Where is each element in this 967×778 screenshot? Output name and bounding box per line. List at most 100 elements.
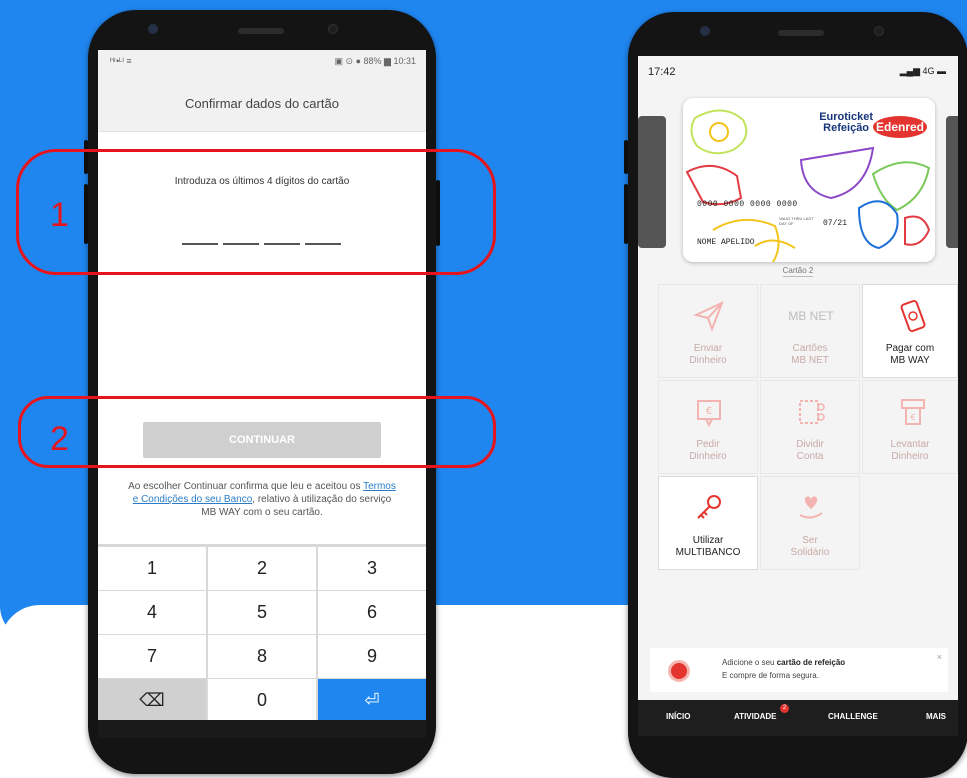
tile-label-l1: Pagar com: [885, 343, 935, 354]
key-5[interactable]: 5: [208, 591, 316, 634]
tile-use-multibanco[interactable]: Utilizar MULTIBANCO: [658, 476, 758, 570]
screen-wallet-home: 17:42 ▂▄▆ 4G ▬ Euroticket Refeição Edenr…: [638, 56, 958, 736]
nav-challenge[interactable]: CHALLENGE: [828, 712, 878, 721]
nav-inicio[interactable]: INÍCIO: [666, 712, 690, 721]
tile-label: Ser Solidário: [761, 535, 859, 559]
tile-label-l1: Dividir: [796, 439, 824, 450]
svg-text:€: €: [910, 413, 915, 422]
tile-label-l2: MB WAY: [890, 355, 930, 366]
card-holder-name: NOME APELIDO: [697, 238, 755, 247]
speaker-grill: [778, 30, 824, 36]
tile-label-l1: Ser: [802, 535, 818, 546]
tile-label-l1: Utilizar: [692, 535, 724, 546]
tile-label-l2: Dinheiro: [689, 451, 727, 462]
key-icon: [697, 495, 721, 519]
close-icon[interactable]: ×: [937, 652, 942, 662]
speaker-grill: [238, 28, 284, 34]
phone-pay-icon: [900, 299, 926, 333]
tile-label-l2: Conta: [796, 451, 824, 462]
key-4[interactable]: 4: [98, 591, 206, 634]
tile-label: Utilizar MULTIBANCO: [659, 535, 757, 559]
plate-icon: [668, 660, 690, 682]
signal-battery-icon: ▂▄▆ 4G ▬: [899, 66, 946, 76]
banner-prefix: Adicione o seu: [722, 658, 777, 667]
tile-label-l1: Enviar: [693, 343, 723, 354]
camera-icon: [700, 26, 710, 36]
tile-label: Levantar Dinheiro: [863, 439, 957, 463]
status-right: ▣ ⊙ ● 88% ▆ 10:31: [334, 56, 416, 66]
sensor-icon: [874, 26, 884, 36]
add-meal-card-banner[interactable]: Adicione o seu cartão de refeição E comp…: [650, 648, 948, 692]
banner-line2: E compre de forma segura.: [722, 671, 819, 680]
key-2[interactable]: 2: [208, 547, 316, 590]
annotation-number-2: 2: [50, 420, 69, 458]
tile-label-l2: Dinheiro: [891, 451, 929, 462]
tile-label: Pedir Dinheiro: [659, 439, 757, 463]
mbnet-icon: MB NET: [788, 309, 834, 323]
key-6[interactable]: 6: [318, 591, 426, 634]
card-expiry: 07/21: [823, 219, 848, 228]
request-euro-icon: €: [697, 400, 721, 428]
key-7[interactable]: 7: [98, 635, 206, 678]
terms-prefix: Ao escolher Continuar confirma que leu e…: [128, 481, 364, 492]
key-0[interactable]: 0: [208, 679, 316, 722]
card-number: 0000 0000 0000 0000: [697, 200, 798, 209]
tile-label-l2: MB NET: [791, 355, 829, 366]
tile-be-solidary[interactable]: Ser Solidário: [760, 476, 860, 570]
split-bill-icon: [799, 400, 825, 424]
key-9[interactable]: 9: [318, 635, 426, 678]
tile-pay-mbway[interactable]: Pagar com MB WAY: [862, 284, 958, 378]
numeric-keypad: 1 2 3 4 5 6 7 8 9 ⌫ 0 ⏎: [98, 544, 426, 722]
key-3[interactable]: 3: [318, 547, 426, 590]
card-caption-text: Cartão 2: [782, 266, 814, 277]
nav-atividade[interactable]: ATIVIDADE: [734, 712, 777, 721]
system-nav-bar: [98, 720, 426, 738]
next-card-peek[interactable]: [946, 116, 958, 248]
status-bar: 17:42 ▂▄▆ 4G ▬: [638, 56, 958, 86]
tile-label: Dividir Conta: [761, 439, 859, 463]
tile-split-bill[interactable]: Dividir Conta: [760, 380, 860, 474]
previous-card-peek[interactable]: [638, 116, 666, 248]
bottom-navigation: INÍCIO ATIVIDADE 2 CHALLENGE MAIS: [638, 700, 958, 736]
tile-withdraw-money[interactable]: € Levantar Dinheiro: [862, 380, 958, 474]
tile-request-money[interactable]: € Pedir Dinheiro: [658, 380, 758, 474]
card-brand-line2: Refeição: [823, 122, 870, 134]
svg-text:€: €: [706, 406, 712, 417]
card-caption: Cartão 2: [638, 266, 958, 277]
status-bar: ᴴʳ•ᴸᴵ ≡ ▣ ⊙ ● 88% ▆ 10:31: [98, 50, 426, 72]
paper-plane-icon: [693, 301, 724, 332]
screen-header: Confirmar dados do cartão: [98, 72, 426, 132]
status-left: ᴴʳ•ᴸᴵ ≡: [110, 56, 132, 66]
tile-label-l2: MULTIBANCO: [675, 547, 741, 558]
heart-hand-icon: [799, 496, 823, 519]
phone-side-button: [624, 140, 628, 174]
backspace-icon[interactable]: ⌫: [98, 679, 206, 722]
sensor-icon: [328, 24, 338, 34]
annotation-number-1: 1: [50, 196, 69, 234]
card-brand: Euroticket Refeição: [819, 112, 873, 134]
tile-label-l1: Cartões: [792, 343, 828, 354]
nav-mais[interactable]: MAIS: [926, 712, 946, 721]
tile-label-l2: Dinheiro: [689, 355, 727, 366]
tile-label: Enviar Dinheiro: [659, 343, 757, 367]
tile-label-l1: Levantar: [890, 439, 930, 450]
tile-label: Cartões MB NET: [761, 343, 859, 367]
key-8[interactable]: 8: [208, 635, 316, 678]
meal-card[interactable]: Euroticket Refeição Edenred 0000 0000 00…: [683, 98, 935, 262]
notification-badge: 2: [780, 704, 789, 713]
tile-label: Pagar com MB WAY: [863, 343, 957, 367]
tile-mbnet-cards[interactable]: MB NET Cartões MB NET: [760, 284, 860, 378]
atm-icon: €: [901, 399, 925, 425]
terms-text: Ao escolher Continuar confirma que leu e…: [128, 480, 396, 519]
banner-bold: cartão de refeição: [776, 658, 846, 667]
key-1[interactable]: 1: [98, 547, 206, 590]
phone-side-button: [624, 184, 628, 244]
enter-icon[interactable]: ⏎: [318, 679, 426, 722]
banner-line1: Adicione o seu cartão de refeição: [722, 658, 845, 667]
annotation-frame-2: [18, 396, 496, 468]
page-title: Confirmar dados do cartão: [185, 96, 339, 111]
tile-send-money[interactable]: Enviar Dinheiro: [658, 284, 758, 378]
camera-icon: [148, 24, 158, 34]
annotation-frame-1: [16, 149, 496, 275]
tile-label-l2: Solidário: [790, 547, 830, 558]
